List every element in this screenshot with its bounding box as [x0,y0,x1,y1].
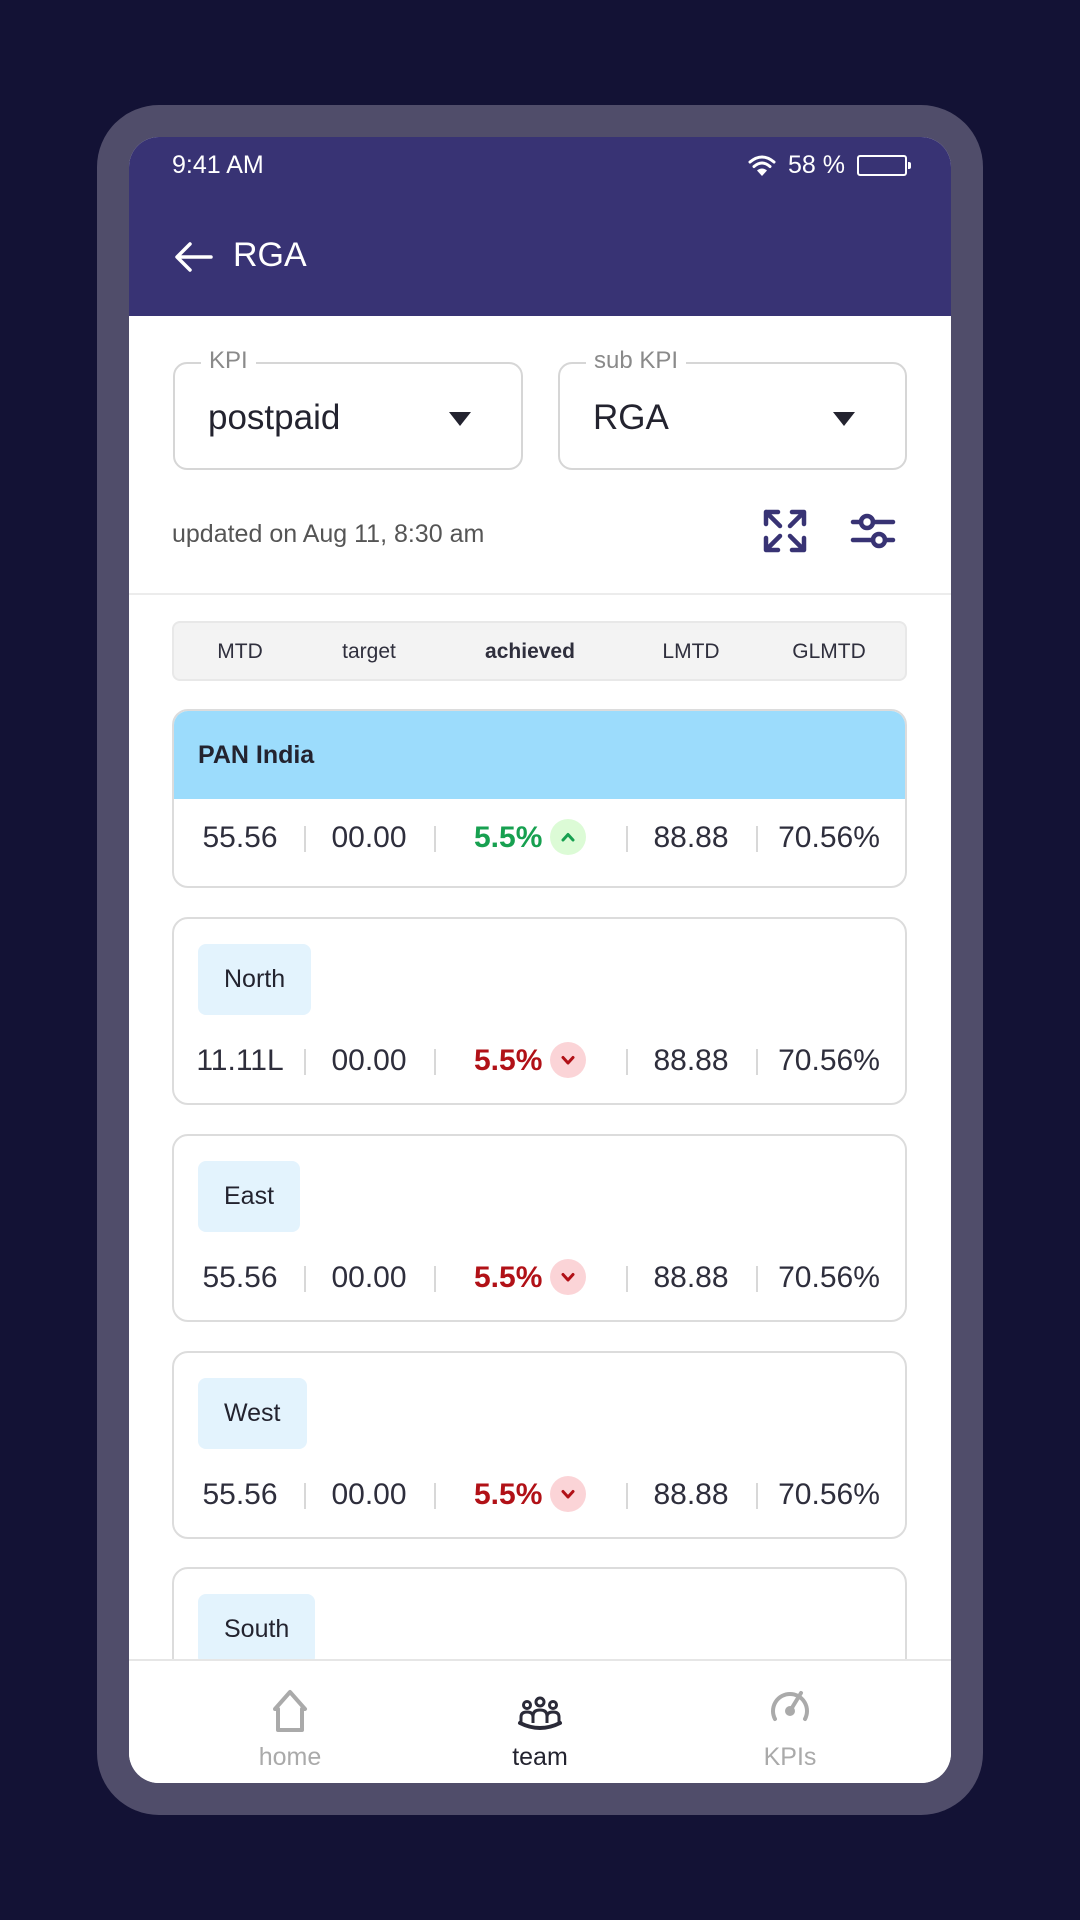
lmtd-value: 88.88 [653,821,729,854]
separator [626,1266,628,1292]
achieved-value: 5.5% [474,1478,543,1511]
kpi-value: postpaid [208,398,341,437]
glmtd-value: 70.56% [778,1044,880,1077]
trend-up-badge [550,819,586,855]
team-icon [518,1696,562,1730]
trend-down-badge [550,1042,586,1078]
target-value: 00.00 [331,1044,407,1077]
filter-sliders-icon[interactable] [849,507,897,555]
separator [434,826,436,852]
achieved-value: 5.5% [474,1044,543,1077]
chevron-down-icon [561,1056,575,1065]
region-card-north[interactable]: North 11.11L 00.00 5.5% 88.88 70.56% [172,917,907,1105]
region-name-pill: South [198,1594,316,1665]
region-name-pill: West [198,1378,307,1449]
sub-kpi-dropdown[interactable]: sub KPI RGA [558,347,907,470]
updated-timestamp: updated on Aug 11, 8:30 am [172,520,485,548]
battery-percent: 58 % [788,151,845,179]
kpi-label: KPI [201,347,256,375]
mtd-value: 11.11L [196,1044,284,1077]
glmtd-value: 70.56% [778,1478,880,1511]
nav-home[interactable]: home [190,1661,390,1783]
nav-kpis[interactable]: KPIs [690,1661,890,1783]
battery-icon [857,155,911,176]
kpi-dropdown[interactable]: KPI postpaid [173,347,523,470]
glmtd-value: 70.56% [778,1261,880,1294]
column-achieved[interactable]: achieved [485,640,575,664]
region-name-pill: East [198,1161,301,1232]
trend-down-badge [550,1476,586,1512]
caret-down-icon [449,412,471,426]
bottom-nav: home team KPIs [129,1659,951,1783]
mtd-value: 55.56 [202,1478,278,1511]
target-value: 00.00 [331,1478,407,1511]
achieved-value: 5.5% [474,1261,543,1294]
region-name-pill: North [198,944,312,1015]
lmtd-value: 88.88 [653,1261,729,1294]
metrics-row: 55.56 00.00 5.5% 88.88 70.56% [174,813,905,863]
trend-down-badge [550,1259,586,1295]
mtd-value: 55.56 [202,1261,278,1294]
separator [626,1049,628,1075]
target-value: 00.00 [331,821,407,854]
page-title: RGA [233,236,307,274]
metrics-row: 11.11L 00.00 5.5% 88.88 70.56% [174,1036,905,1086]
separator [756,1266,758,1292]
chevron-down-icon [561,1490,575,1499]
target-value: 00.00 [331,1261,407,1294]
sub-kpi-label: sub KPI [586,347,687,375]
glmtd-value: 70.56% [778,821,880,854]
separator [626,826,628,852]
nav-kpis-label: KPIs [763,1743,817,1771]
separator [756,1483,758,1509]
status-icons: 58 % [748,151,911,180]
separator [434,1049,436,1075]
region-card-east[interactable]: East 55.56 00.00 5.5% 88.88 70.56% [172,1134,907,1322]
expand-icon[interactable] [761,507,809,555]
nav-home-label: home [258,1743,322,1771]
app-bar: 9:41 AM 58 % RGA [129,137,951,316]
separator [304,826,306,852]
separator [304,1483,306,1509]
lmtd-value: 88.88 [653,1044,729,1077]
lmtd-value: 88.88 [653,1478,729,1511]
metrics-row: 55.56 00.00 5.5% 88.88 70.56% [174,1470,905,1520]
sub-kpi-value: RGA [593,398,669,437]
column-mtd[interactable]: MTD [217,640,263,664]
region-card-pan-india[interactable]: PAN India 55.56 00.00 5.5% 88.88 70.56% [172,709,907,888]
separator [304,1049,306,1075]
mtd-value: 55.56 [202,821,278,854]
column-header-bar: MTD target achieved LMTD GLMTD [172,621,907,681]
separator [434,1266,436,1292]
status-time: 9:41 AM [172,151,264,179]
wifi-icon [748,155,776,176]
metrics-row: 55.56 00.00 5.5% 88.88 70.56% [174,1253,905,1303]
column-target[interactable]: target [342,640,396,664]
nav-team[interactable]: team [440,1661,640,1783]
chevron-down-icon [561,1273,575,1282]
speedometer-icon [771,1691,809,1721]
caret-down-icon [833,412,855,426]
chevron-up-icon [561,833,575,842]
region-name: PAN India [198,741,315,769]
separator [756,1049,758,1075]
nav-team-label: team [512,1743,568,1771]
separator [756,826,758,852]
section-divider [129,593,951,595]
phone-screen: 9:41 AM 58 % RGA KPI postpaid sub KPI RG… [129,137,951,1783]
separator [626,1483,628,1509]
region-header: PAN India [174,711,905,799]
separator [434,1483,436,1509]
achieved-value: 5.5% [474,821,543,854]
column-glmtd[interactable]: GLMTD [792,640,866,664]
region-card-west[interactable]: West 55.56 00.00 5.5% 88.88 70.56% [172,1351,907,1539]
home-icon [273,1690,307,1732]
back-arrow-icon[interactable] [173,239,213,275]
separator [304,1266,306,1292]
column-lmtd[interactable]: LMTD [662,640,719,664]
